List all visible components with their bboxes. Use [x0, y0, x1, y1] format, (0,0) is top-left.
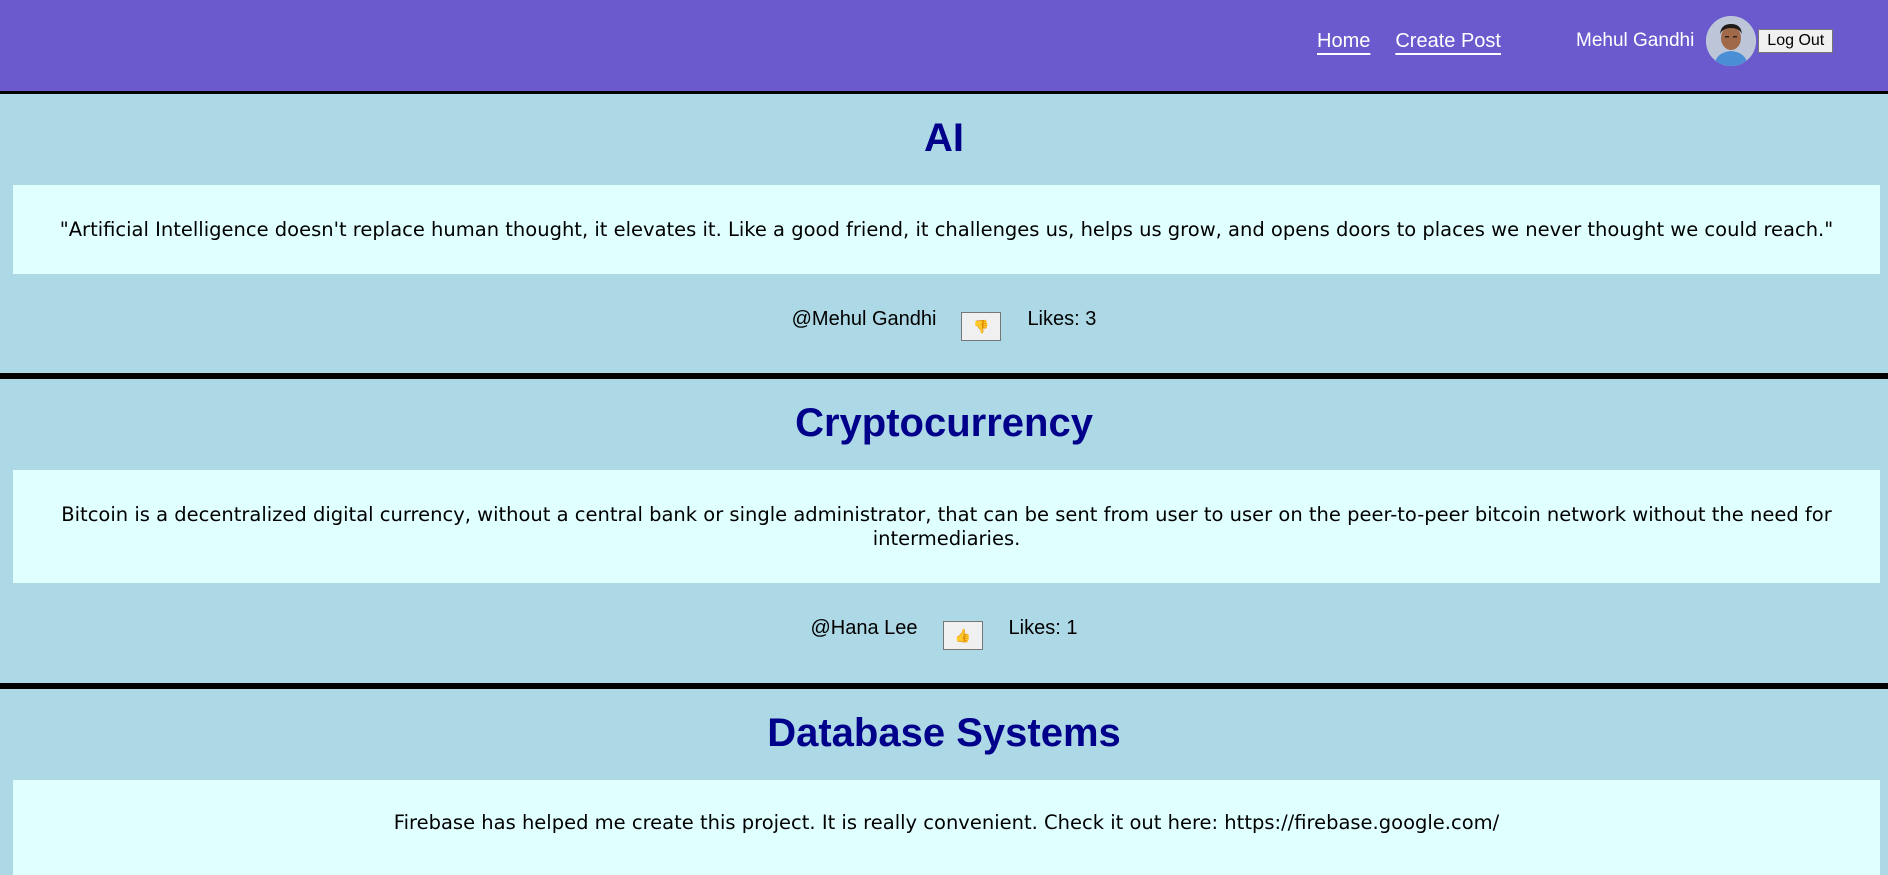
- navbar: Home Create Post Mehul Gandhi Log Out: [0, 0, 1888, 94]
- post-body: Bitcoin is a decentralized digital curre…: [13, 470, 1880, 583]
- post-footer: @Mehul Gandhi 👎 Likes: 3: [0, 274, 1888, 365]
- post-text: Bitcoin is a decentralized digital curre…: [61, 502, 1832, 550]
- likes-count: Likes: 3: [1027, 308, 1097, 330]
- post-card: Cryptocurrency Bitcoin is a decentralize…: [0, 379, 1888, 689]
- post-card: AI "Artificial Intelligence doesn't repl…: [0, 94, 1888, 379]
- nav-create-post-link[interactable]: Create Post: [1395, 30, 1501, 53]
- post-author: @Mehul Gandhi: [791, 308, 937, 330]
- dislike-button[interactable]: 👎: [961, 312, 1002, 341]
- post-title: AI: [924, 116, 964, 160]
- user-name: Mehul Gandhi: [1576, 30, 1695, 51]
- post-body: "Artificial Intelligence doesn't replace…: [13, 185, 1880, 274]
- logout-button[interactable]: Log Out: [1758, 29, 1834, 53]
- like-button[interactable]: 👍: [942, 621, 983, 650]
- post-text: "Artificial Intelligence doesn't replace…: [59, 217, 1834, 241]
- post-title: Database Systems: [767, 711, 1121, 755]
- likes-count: Likes: 1: [1008, 617, 1078, 639]
- avatar: [1706, 16, 1757, 66]
- user-area: Mehul Gandhi Log Out: [1576, 16, 1834, 66]
- avatar-image: [1706, 16, 1757, 66]
- post-title: Cryptocurrency: [795, 401, 1093, 445]
- post-author: @Hana Lee: [810, 617, 918, 639]
- nav-home-link[interactable]: Home: [1317, 30, 1370, 53]
- post-body: Firebase has helped me create this proje…: [13, 780, 1880, 875]
- post-text: Firebase has helped me create this proje…: [393, 811, 1500, 834]
- post-footer: @Hana Lee 👍 Likes: 1: [0, 583, 1888, 674]
- nav-links: Home Create Post: [1317, 30, 1501, 53]
- post-card: Database Systems Firebase has helped me …: [0, 689, 1888, 875]
